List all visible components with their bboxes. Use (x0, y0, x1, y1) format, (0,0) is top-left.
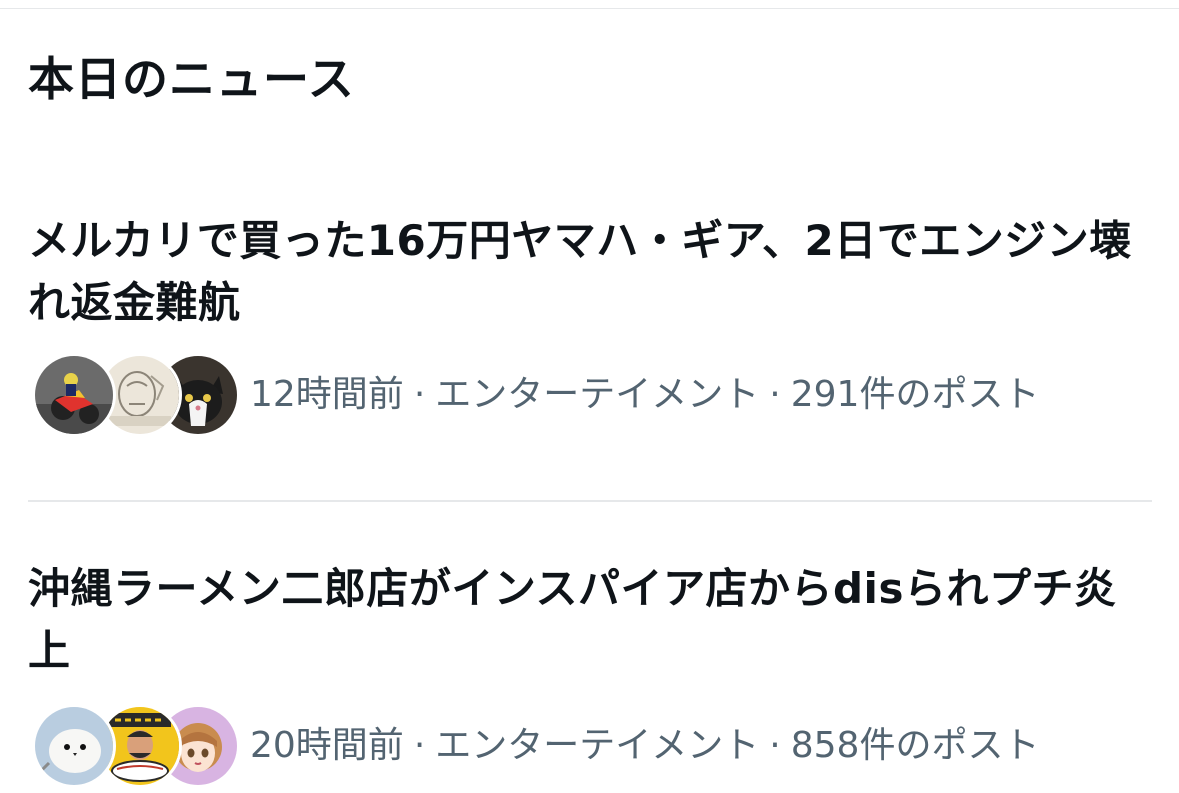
news-meta-row: 20時間前 · エンターテイメント · 858件のポスト (32, 704, 1152, 793)
meta-separator: · (413, 374, 426, 415)
news-post-count: 858件のポスト (790, 725, 1040, 766)
motorcycle-photo-avatar (32, 353, 116, 437)
news-category: エンターテイメント (435, 725, 760, 766)
section-title: 本日のニュース (28, 52, 355, 106)
news-meta-text: 20時間前 · エンターテイメント · 858件のポスト (250, 723, 1039, 769)
avatar-stack (32, 704, 240, 788)
news-meta-text: 12時間前 · エンターテイメント · 291件のポスト (250, 372, 1039, 418)
item-divider (28, 500, 1152, 502)
news-category: エンターテイメント (435, 374, 760, 415)
news-headline[interactable]: メルカリで買った16万円ヤマハ・ギア、2日でエンジン壊れ返金難航 (28, 210, 1153, 334)
meta-separator: · (413, 725, 426, 766)
meta-separator: · (769, 374, 781, 415)
top-divider (0, 8, 1179, 9)
news-time: 12時間前 (250, 374, 404, 415)
avatar-stack (32, 353, 240, 437)
news-headline[interactable]: 沖縄ラーメン二郎店がインスパイア店からdisられプチ炎上 (28, 558, 1153, 682)
meta-separator: · (769, 725, 781, 766)
white-bird-photo-avatar (32, 704, 116, 788)
news-meta-row: 12時間前 · エンターテイメント · 291件のポスト (32, 353, 1152, 443)
news-post-count: 291件のポスト (790, 374, 1040, 415)
news-time: 20時間前 (250, 725, 404, 766)
